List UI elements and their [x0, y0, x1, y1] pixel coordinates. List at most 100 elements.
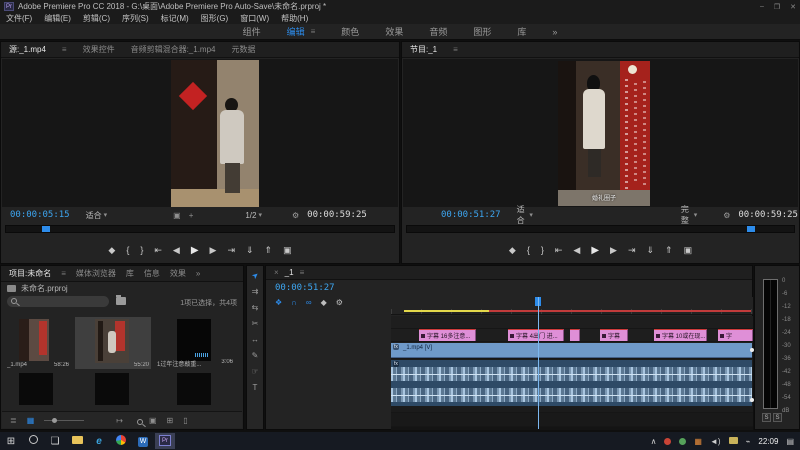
subtitle-clip[interactable] [570, 329, 580, 341]
notification-center-icon[interactable]: ▤ [786, 437, 794, 446]
menu-sequence[interactable]: 序列(S) [122, 13, 149, 24]
file-explorer-icon[interactable] [66, 436, 88, 447]
menu-window[interactable]: 窗口(W) [240, 13, 269, 24]
minimize-icon[interactable]: – [760, 3, 764, 11]
source-timecode[interactable]: 00:00:05:15 [10, 210, 70, 220]
source-settings-wrench-icon[interactable]: ⚙ [292, 211, 299, 220]
project-file-row[interactable]: 未命名.prproj [1, 282, 243, 295]
workspace-libraries[interactable]: 库 [517, 25, 526, 38]
program-fit-select[interactable]: 适合 [517, 204, 528, 226]
network-icon[interactable]: ⌁ [746, 437, 751, 446]
folder-icon[interactable] [116, 297, 126, 305]
mark-out-icon[interactable]: } [541, 245, 544, 255]
new-bin-icon[interactable]: ▣ [149, 416, 157, 425]
nest-insert-icon[interactable]: ❖ [275, 298, 282, 307]
tab-libraries[interactable]: 库 [126, 268, 134, 279]
subtitle-clip[interactable]: 字幕 16多注意... [419, 329, 476, 341]
source-video-area[interactable] [2, 59, 398, 207]
chrome-browser-icon[interactable] [110, 435, 132, 448]
icon-view-icon[interactable]: ▦ [27, 416, 35, 425]
mark-in-icon[interactable]: { [527, 245, 530, 255]
panel-overflow-icon[interactable]: » [196, 269, 200, 278]
type-tool[interactable]: T [253, 383, 258, 392]
source-panel-menu-icon[interactable]: ≡ [62, 45, 67, 54]
project-item-thumbnail[interactable] [19, 373, 53, 405]
tray-app-icon-orange[interactable]: ▦ [694, 437, 702, 446]
mark-in-icon[interactable]: { [126, 245, 129, 255]
maximize-icon[interactable]: ❐ [774, 3, 780, 11]
step-back-icon[interactable]: ◀ [573, 245, 580, 256]
snap-icon[interactable]: ∩ [291, 298, 297, 307]
menu-marker[interactable]: 标记(M) [161, 13, 189, 24]
safe-margins-icon[interactable]: ▣ [173, 211, 181, 220]
workspace-graphics[interactable]: 图形 [473, 25, 491, 38]
task-view-icon[interactable]: ❏ [44, 436, 66, 447]
solo-right-button[interactable]: S [773, 413, 782, 422]
menu-clip[interactable]: 剪辑(C) [83, 13, 110, 24]
hand-tool[interactable]: ☞ [251, 367, 258, 376]
subtitle-clip[interactable]: 字幕 [600, 329, 628, 341]
timeline-scrollbar[interactable] [391, 427, 753, 430]
search-input[interactable] [7, 296, 109, 307]
tab-audio-clip-mixer[interactable]: 音频剪辑混合器:_1.mp4 [131, 44, 216, 55]
delete-icon[interactable]: ▯ [183, 416, 187, 425]
timeline-timecode[interactable]: 00:00:51:27 [275, 283, 335, 293]
subtitle-clip[interactable]: 字幕 4出门 进... [508, 329, 564, 341]
source-playhead[interactable] [42, 226, 50, 232]
play-icon[interactable]: ▶ [191, 245, 199, 256]
compare-view-icon[interactable]: + [189, 211, 194, 220]
add-marker-icon[interactable]: ◆ [321, 298, 327, 307]
menu-file[interactable]: 文件(F) [6, 13, 32, 24]
mark-out-icon[interactable]: } [140, 245, 143, 255]
playhead-line[interactable] [538, 297, 539, 429]
go-to-in-icon[interactable]: ⇤ [154, 245, 162, 256]
workspace-color[interactable]: 颜色 [341, 25, 359, 38]
go-to-in-icon[interactable]: ⇤ [555, 245, 563, 256]
workspace-editing[interactable]: 编辑 [287, 25, 305, 38]
play-icon[interactable]: ▶ [591, 245, 599, 256]
program-settings-wrench-icon[interactable]: ⚙ [723, 211, 730, 220]
tab-sequence[interactable]: _1 [285, 268, 294, 277]
tab-project[interactable]: 项目:未命名 [9, 268, 51, 279]
project-item-selected[interactable]: 55:20 [75, 317, 151, 369]
timeline-settings-wrench-icon[interactable]: ⚙ [336, 298, 343, 307]
track-v1-content[interactable]: fx _1.mp4 [V] [391, 342, 753, 359]
export-frame-icon[interactable]: ▣ [684, 245, 693, 256]
slip-tool[interactable]: ↔ [251, 335, 259, 344]
step-forward-icon[interactable]: ▶ [610, 245, 617, 256]
timeline-panel-menu-icon[interactable]: ≡ [300, 268, 305, 277]
tab-media-browser[interactable]: 媒体浏览器 [76, 268, 116, 279]
track-a2-content[interactable] [391, 413, 753, 427]
program-panel-menu-icon[interactable]: ≡ [453, 45, 458, 54]
thumbnail-zoom-slider[interactable] [44, 420, 84, 421]
go-to-out-icon[interactable]: ⇥ [227, 245, 235, 256]
go-to-out-icon[interactable]: ⇥ [628, 245, 636, 256]
tab-effect-controls[interactable]: 效果控件 [83, 44, 115, 55]
track-select-forward-tool[interactable]: ⇉ [252, 287, 259, 296]
project-item-thumbnail[interactable] [177, 373, 211, 405]
new-item-icon[interactable]: ⊞ [167, 416, 174, 425]
tab-metadata[interactable]: 元数据 [231, 44, 255, 55]
project-item[interactable]: 1过年注意敲重...3:06 [155, 317, 235, 369]
list-view-icon[interactable]: ≣ [10, 416, 17, 425]
ripple-edit-tool[interactable]: ⇆ [252, 303, 259, 312]
export-frame-icon[interactable]: ▣ [283, 245, 292, 256]
close-sequence-icon[interactable]: × [274, 268, 279, 277]
video-clip[interactable]: fx _1.mp4 [V] [391, 343, 752, 358]
menu-graphics[interactable]: 图形(G) [201, 13, 229, 24]
subtitle-clip[interactable]: 字幕 10或在现... [654, 329, 707, 341]
tab-info[interactable]: 信息 [144, 268, 160, 279]
tab-program[interactable]: 节目:_1 [410, 44, 437, 55]
program-resolution-select[interactable]: 完整 [681, 204, 692, 226]
selection-tool[interactable]: ➤ [250, 270, 261, 281]
add-marker-icon[interactable]: ◆ [108, 245, 115, 256]
tray-app-icon-green[interactable] [679, 438, 686, 445]
track-a1-content[interactable]: fx [391, 359, 753, 413]
cortana-search-icon[interactable] [22, 435, 44, 447]
volume-icon[interactable]: ◄) [710, 437, 721, 446]
workspace-menu-icon[interactable]: ≡ [311, 27, 316, 36]
edge-browser-icon[interactable]: e [88, 436, 110, 447]
find-icon[interactable] [137, 419, 143, 425]
workspace-audio[interactable]: 音频 [429, 25, 447, 38]
time-ruler[interactable] [391, 297, 753, 315]
